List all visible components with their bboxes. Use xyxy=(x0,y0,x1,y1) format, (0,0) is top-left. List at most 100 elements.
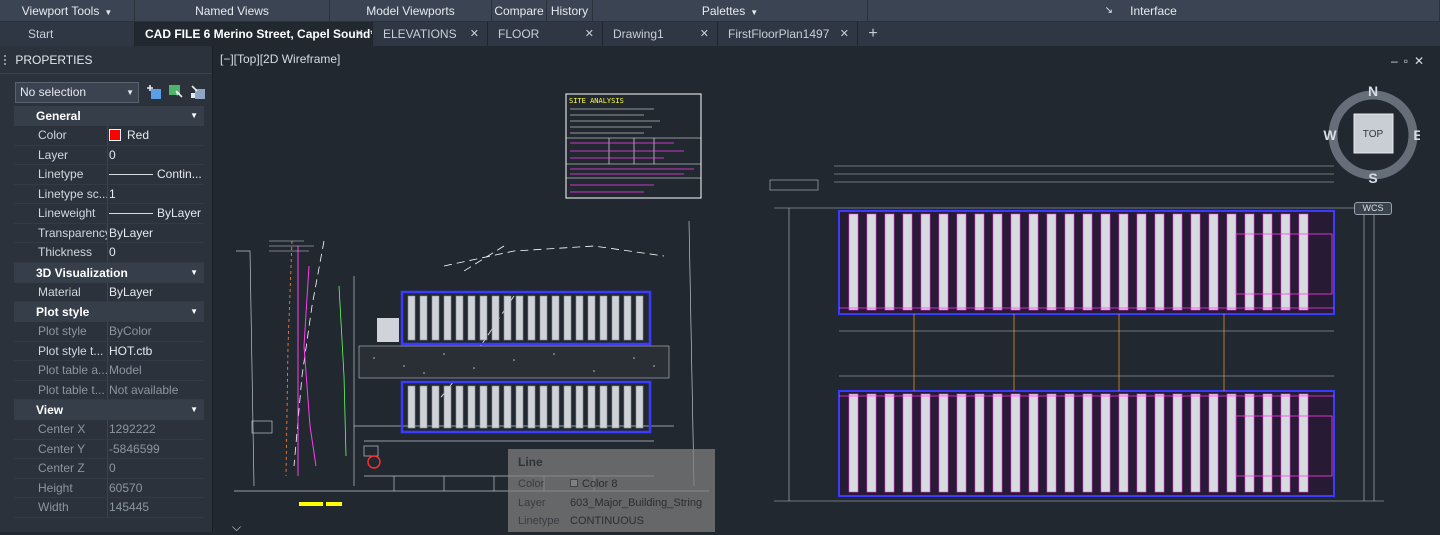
tab-start[interactable]: Start xyxy=(0,22,135,46)
tab-firstfloorplan1497[interactable]: FirstFloorPlan1497 ✕ xyxy=(718,22,858,46)
plan-bay xyxy=(1082,393,1093,493)
ribbon-panel-model-viewports[interactable]: Model Viewports xyxy=(330,0,492,22)
property-value[interactable]: 1292222 xyxy=(108,420,204,439)
property-value-text: Red xyxy=(127,128,150,142)
tab-floor[interactable]: FLOOR ✕ xyxy=(488,22,603,46)
property-value-text: ByLayer xyxy=(109,225,154,240)
section-title: View xyxy=(36,403,64,417)
property-value[interactable]: HOT.ctb xyxy=(108,342,204,361)
new-tab-button[interactable]: + xyxy=(858,22,888,46)
plan-bay xyxy=(1046,213,1057,311)
property-row-layer[interactable]: Layer 0 xyxy=(14,145,204,165)
property-value-text: 0 xyxy=(109,147,116,162)
property-row-linetype-scale[interactable]: Linetype sc... 1 xyxy=(14,184,204,204)
property-value[interactable]: 145445 xyxy=(108,498,204,517)
plan-bay xyxy=(467,385,476,429)
property-row-width[interactable]: Width 145445 xyxy=(14,498,204,518)
viewcube[interactable]: TOP N S E W xyxy=(1320,84,1420,202)
property-value[interactable]: -5846599 xyxy=(108,440,204,459)
property-value[interactable]: 0 xyxy=(108,459,204,478)
section-header-visualization[interactable]: 3D Visualization ▼ xyxy=(14,262,204,283)
property-value[interactable]: Model xyxy=(108,361,204,380)
dialog-launcher-icon[interactable]: ↘ xyxy=(1105,0,1113,22)
close-icon[interactable]: ✕ xyxy=(840,22,849,46)
plan-bay xyxy=(407,295,416,341)
close-icon[interactable]: ✕ xyxy=(585,22,594,46)
plan-bay xyxy=(848,393,859,493)
property-row-transparency[interactable]: Transparency ByLayer xyxy=(14,223,204,243)
section-header-general[interactable]: General ▼ xyxy=(14,106,204,126)
ribbon-panel-named-views[interactable]: Named Views xyxy=(135,0,330,22)
plan-bay xyxy=(992,213,1003,311)
ribbon-panel-compare[interactable]: Compare xyxy=(492,0,547,22)
compass-east[interactable]: E xyxy=(1413,127,1420,143)
property-value[interactable]: Not available xyxy=(108,381,204,400)
close-icon[interactable]: ✕ xyxy=(355,22,364,46)
section-title: General xyxy=(36,109,81,123)
ribbon-panel-viewport-tools[interactable]: Viewport Tools ▼ xyxy=(0,0,135,22)
drawing-canvas[interactable]: [−][Top][2D Wireframe] –▫✕ SITE ANALYSIS xyxy=(214,46,1440,534)
line-preview-icon xyxy=(109,213,153,214)
property-value[interactable]: Contin... xyxy=(108,165,204,184)
ribbon-panel-interface[interactable]: Interface ↘ xyxy=(868,0,1440,22)
property-value[interactable]: 0 xyxy=(108,146,204,165)
tab-elevations[interactable]: ELEVATIONS ✕ xyxy=(373,22,488,46)
property-key: Lineweight xyxy=(14,204,108,223)
section-header-plot[interactable]: Plot style ▼ xyxy=(14,302,204,322)
ribbon-panel-bar: Viewport Tools ▼ Named Views Model Viewport… xyxy=(0,0,1440,22)
quick-select-icon[interactable] xyxy=(190,84,206,100)
close-icon[interactable]: ✕ xyxy=(470,22,479,46)
property-row-plot-style[interactable]: Plot style ByColor xyxy=(14,322,204,342)
property-value[interactable]: ByLayer xyxy=(108,283,204,302)
property-row-lineweight[interactable]: Lineweight ByLayer xyxy=(14,204,204,224)
plan-bay xyxy=(539,295,548,341)
grip-handle-icon[interactable] xyxy=(4,55,8,65)
property-row-plot-table-attached[interactable]: Plot table a... Model xyxy=(14,361,204,381)
ribbon-panel-history[interactable]: History xyxy=(547,0,593,22)
chevron-down-icon: ▼ xyxy=(190,267,198,277)
plan-bay xyxy=(1244,393,1255,493)
property-value[interactable]: ByLayer xyxy=(108,224,204,243)
tab-drawing1[interactable]: Drawing1 ✕ xyxy=(603,22,718,46)
property-value[interactable]: ByLayer xyxy=(108,204,204,223)
property-value[interactable]: ByColor xyxy=(108,322,204,341)
property-key: Width xyxy=(14,498,108,517)
ribbon-panel-palettes[interactable]: Palettes ▼ xyxy=(593,0,868,22)
close-icon[interactable]: ✕ xyxy=(700,22,709,46)
property-value[interactable]: Red xyxy=(108,126,204,145)
property-value[interactable]: 1 xyxy=(108,185,204,204)
plan-bay xyxy=(1298,393,1309,493)
viewcube-face-top[interactable]: TOP xyxy=(1363,129,1384,140)
property-row-center-y[interactable]: Center Y -5846599 xyxy=(14,439,204,459)
plan-bay xyxy=(479,295,488,341)
wcs-menu[interactable]: WCS xyxy=(1354,202,1392,215)
property-value[interactable]: 0 xyxy=(108,243,204,262)
compass-north[interactable]: N xyxy=(1368,84,1378,99)
property-row-height[interactable]: Height 60570 xyxy=(14,478,204,498)
select-objects-icon[interactable] xyxy=(168,84,184,100)
property-value-text: Contin... xyxy=(157,167,202,181)
tab-cad-file-6-merino-street-capel-sound[interactable]: CAD FILE 6 Merino Street, Capel Sound* ✕ xyxy=(135,22,373,46)
selection-dropdown[interactable]: No selection ▼ xyxy=(15,82,139,103)
property-value[interactable]: 60570 xyxy=(108,479,204,498)
compass-south[interactable]: S xyxy=(1368,170,1377,186)
property-row-material[interactable]: Material ByLayer xyxy=(14,282,204,302)
property-row-center-x[interactable]: Center X 1292222 xyxy=(14,420,204,440)
tab-label: Start xyxy=(28,27,54,41)
toggle-pickadd-icon[interactable] xyxy=(146,84,162,100)
property-key: Plot style t... xyxy=(14,341,108,360)
plan-bay xyxy=(623,295,632,341)
plan-bay xyxy=(587,295,596,341)
compass-west[interactable]: W xyxy=(1323,127,1337,143)
property-row-thickness[interactable]: Thickness 0 xyxy=(14,243,204,263)
property-row-color[interactable]: Color Red xyxy=(14,126,204,146)
property-row-plot-style-table[interactable]: Plot style t... HOT.ctb xyxy=(14,341,204,361)
property-value-text: 1 xyxy=(109,186,116,201)
plan-bay xyxy=(1154,393,1165,493)
property-row-linetype[interactable]: Linetype Contin... xyxy=(14,165,204,185)
property-row-center-z[interactable]: Center Z0 xyxy=(14,459,204,479)
property-row-plot-table-type[interactable]: Plot table t... Not available xyxy=(14,380,204,400)
section-header-view[interactable]: View ▼ xyxy=(14,400,204,420)
ribbon-panel-label: Palettes xyxy=(701,4,746,18)
plan-bay xyxy=(575,385,584,429)
